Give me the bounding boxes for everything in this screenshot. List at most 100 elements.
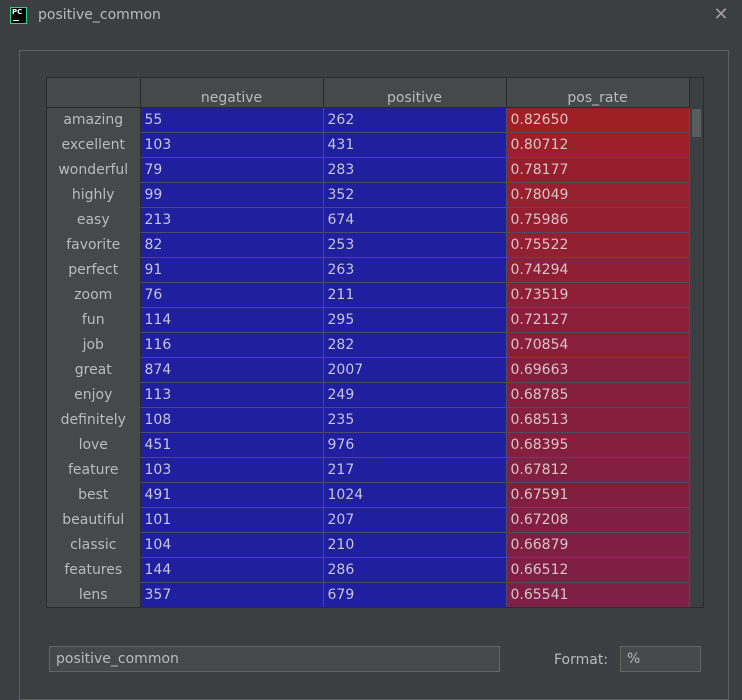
table-row[interactable]: job 116 282 0.70854 (47, 332, 690, 358)
cell-pos-rate[interactable]: 0.67208 (506, 507, 690, 533)
column-header-positive[interactable]: positive (323, 78, 507, 108)
cell-negative[interactable]: 108 (140, 407, 324, 433)
cell-negative[interactable]: 116 (140, 332, 324, 358)
cell-positive[interactable]: 286 (323, 557, 507, 583)
cell-positive[interactable]: 263 (323, 257, 507, 283)
cell-positive[interactable]: 210 (323, 532, 507, 558)
format-input[interactable]: % (620, 646, 701, 672)
cell-positive[interactable]: 2007 (323, 357, 507, 383)
cell-positive[interactable]: 352 (323, 182, 507, 208)
cell-negative[interactable]: 451 (140, 432, 324, 458)
cell-positive[interactable]: 249 (323, 382, 507, 408)
cell-negative[interactable]: 113 (140, 382, 324, 408)
cell-positive[interactable]: 262 (323, 107, 507, 133)
row-label[interactable]: zoom (47, 282, 141, 308)
cell-pos-rate[interactable]: 0.82650 (506, 107, 690, 133)
table-row[interactable]: definitely 108 235 0.68513 (47, 407, 690, 433)
cell-negative[interactable]: 55 (140, 107, 324, 133)
cell-pos-rate[interactable]: 0.73519 (506, 282, 690, 308)
row-label[interactable]: love (47, 432, 141, 458)
cell-positive[interactable]: 253 (323, 232, 507, 258)
cell-pos-rate[interactable]: 0.75986 (506, 207, 690, 233)
cell-negative[interactable]: 213 (140, 207, 324, 233)
cell-positive[interactable]: 1024 (323, 482, 507, 508)
row-label[interactable]: highly (47, 182, 141, 208)
cell-positive[interactable]: 283 (323, 157, 507, 183)
cell-positive[interactable]: 282 (323, 332, 507, 358)
cell-negative[interactable]: 103 (140, 457, 324, 483)
table-row[interactable]: lens 357 679 0.65541 (47, 582, 690, 607)
cell-pos-rate[interactable]: 0.67812 (506, 457, 690, 483)
row-label[interactable]: great (47, 357, 141, 383)
cell-positive[interactable]: 207 (323, 507, 507, 533)
cell-pos-rate[interactable]: 0.80712 (506, 132, 690, 158)
vertical-scrollbar[interactable] (690, 107, 703, 607)
column-header-negative[interactable]: negative (140, 78, 324, 108)
row-label[interactable]: excellent (47, 132, 141, 158)
table-row[interactable]: easy 213 674 0.75986 (47, 207, 690, 233)
cell-negative[interactable]: 144 (140, 557, 324, 583)
cell-positive[interactable]: 235 (323, 407, 507, 433)
table-row[interactable]: highly 99 352 0.78049 (47, 182, 690, 208)
close-icon[interactable]: ✕ (712, 6, 730, 24)
cell-negative[interactable]: 104 (140, 532, 324, 558)
cell-negative[interactable]: 82 (140, 232, 324, 258)
cell-pos-rate[interactable]: 0.72127 (506, 307, 690, 333)
cell-pos-rate[interactable]: 0.68785 (506, 382, 690, 408)
cell-pos-rate[interactable]: 0.69663 (506, 357, 690, 383)
cell-pos-rate[interactable]: 0.65541 (506, 582, 690, 607)
row-label[interactable]: easy (47, 207, 141, 233)
cell-pos-rate[interactable]: 0.75522 (506, 232, 690, 258)
cell-pos-rate[interactable]: 0.74294 (506, 257, 690, 283)
row-label[interactable]: wonderful (47, 157, 141, 183)
cell-negative[interactable]: 874 (140, 357, 324, 383)
row-label[interactable]: favorite (47, 232, 141, 258)
row-label[interactable]: best (47, 482, 141, 508)
cell-pos-rate[interactable]: 0.68395 (506, 432, 690, 458)
cell-negative[interactable]: 491 (140, 482, 324, 508)
cell-pos-rate[interactable]: 0.68513 (506, 407, 690, 433)
variable-name-field[interactable]: positive_common (49, 646, 500, 672)
cell-negative[interactable]: 79 (140, 157, 324, 183)
cell-pos-rate[interactable]: 0.70854 (506, 332, 690, 358)
table-row[interactable]: beautiful 101 207 0.67208 (47, 507, 690, 533)
cell-pos-rate[interactable]: 0.67591 (506, 482, 690, 508)
cell-negative[interactable]: 103 (140, 132, 324, 158)
table-row[interactable]: perfect 91 263 0.74294 (47, 257, 690, 283)
table-row[interactable]: great 874 2007 0.69663 (47, 357, 690, 383)
scrollbar-thumb[interactable] (692, 109, 701, 137)
row-label[interactable]: lens (47, 582, 141, 607)
cell-negative[interactable]: 91 (140, 257, 324, 283)
cell-positive[interactable]: 295 (323, 307, 507, 333)
table-row[interactable]: features 144 286 0.66512 (47, 557, 690, 583)
cell-positive[interactable]: 679 (323, 582, 507, 607)
cell-negative[interactable]: 114 (140, 307, 324, 333)
table-row[interactable]: classic 104 210 0.66879 (47, 532, 690, 558)
row-label[interactable]: features (47, 557, 141, 583)
row-label[interactable]: classic (47, 532, 141, 558)
row-label[interactable]: beautiful (47, 507, 141, 533)
row-label[interactable]: definitely (47, 407, 141, 433)
cell-negative[interactable]: 357 (140, 582, 324, 607)
cell-positive[interactable]: 211 (323, 282, 507, 308)
row-label[interactable]: feature (47, 457, 141, 483)
table-row[interactable]: fun 114 295 0.72127 (47, 307, 690, 333)
table-row[interactable]: love 451 976 0.68395 (47, 432, 690, 458)
row-label[interactable]: job (47, 332, 141, 358)
cell-pos-rate[interactable]: 0.66512 (506, 557, 690, 583)
cell-pos-rate[interactable]: 0.66879 (506, 532, 690, 558)
cell-negative[interactable]: 101 (140, 507, 324, 533)
table-row[interactable]: wonderful 79 283 0.78177 (47, 157, 690, 183)
table-row[interactable]: feature 103 217 0.67812 (47, 457, 690, 483)
cell-negative[interactable]: 76 (140, 282, 324, 308)
table-row[interactable]: favorite 82 253 0.75522 (47, 232, 690, 258)
row-label[interactable]: enjoy (47, 382, 141, 408)
cell-positive[interactable]: 674 (323, 207, 507, 233)
row-label[interactable]: fun (47, 307, 141, 333)
row-label[interactable]: amazing (47, 107, 141, 133)
dataframe-table[interactable]: negative positive pos_rate amazing 55 262 0… (46, 77, 704, 608)
cell-positive[interactable]: 217 (323, 457, 507, 483)
cell-positive[interactable]: 431 (323, 132, 507, 158)
cell-pos-rate[interactable]: 0.78049 (506, 182, 690, 208)
column-header-pos-rate[interactable]: pos_rate (506, 78, 690, 108)
